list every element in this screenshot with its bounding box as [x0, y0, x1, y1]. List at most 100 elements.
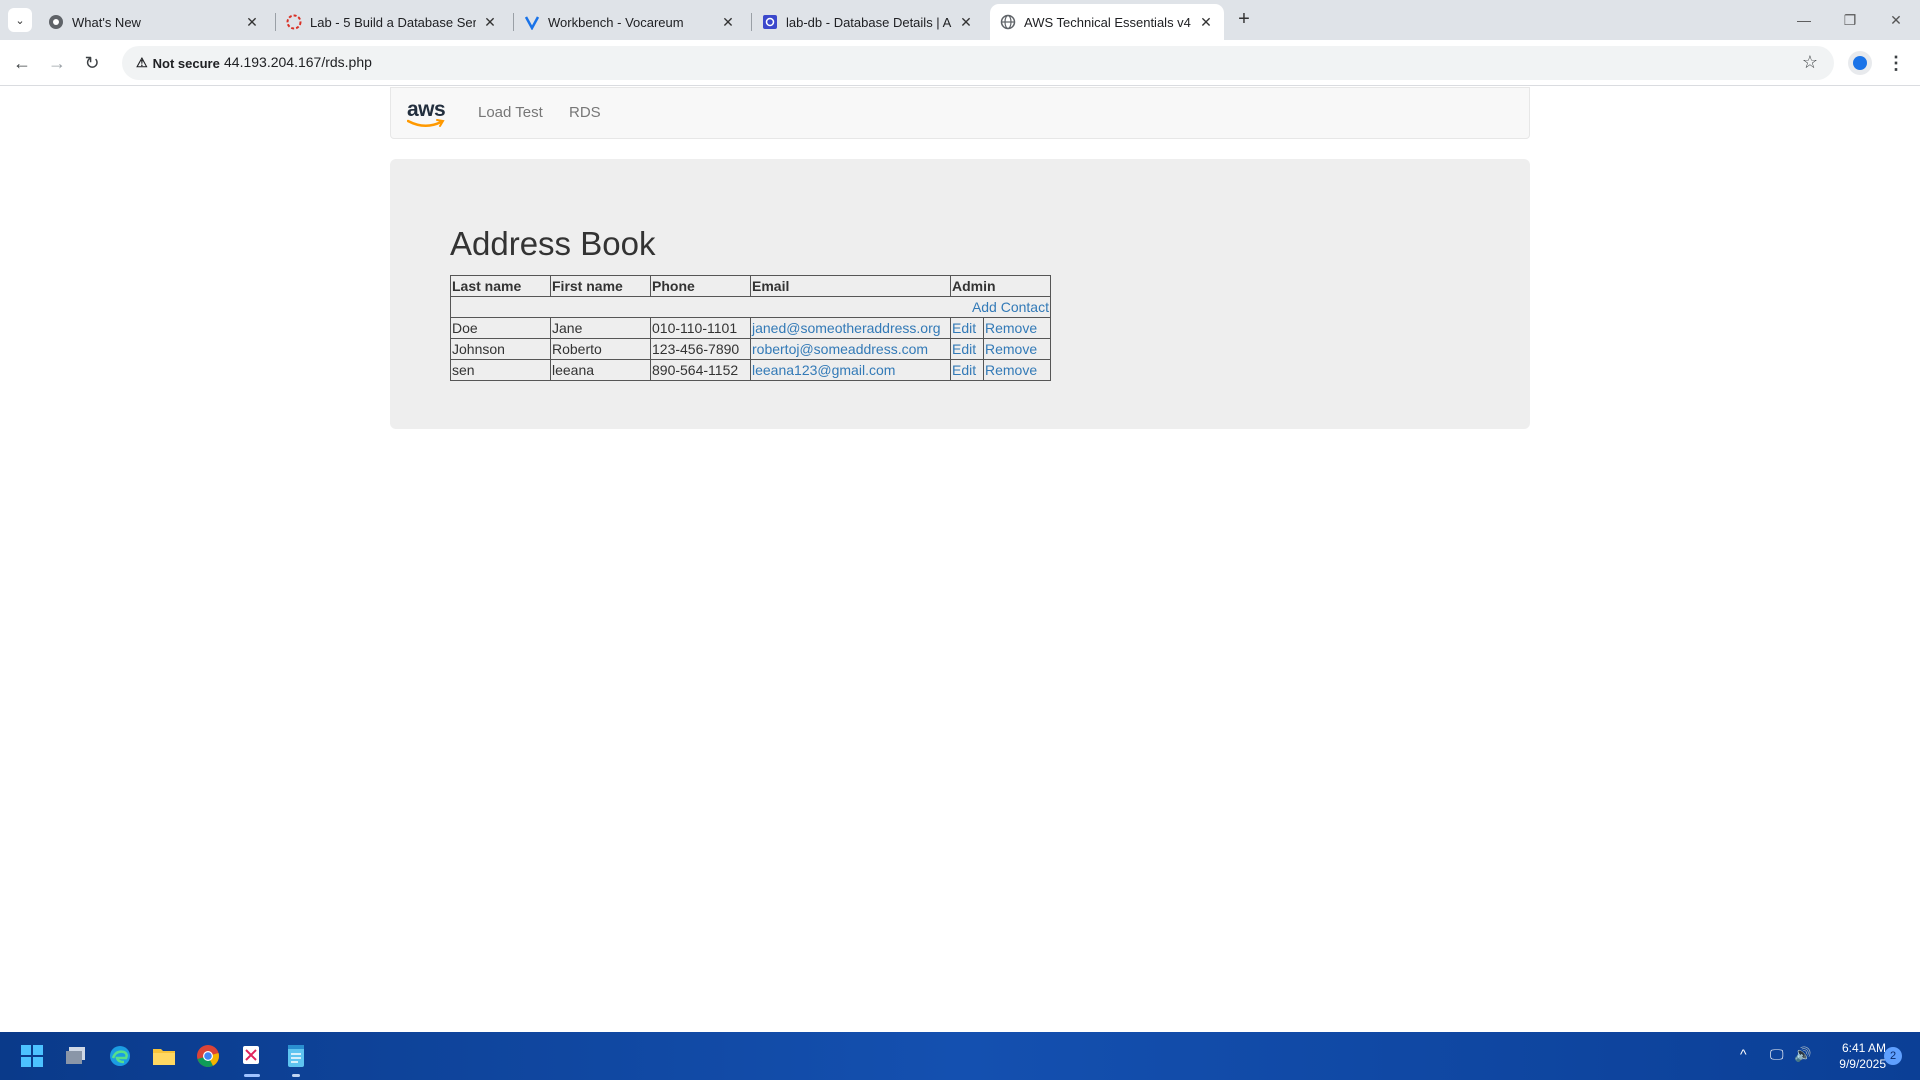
- email-cell: janed@someotheraddress.org: [750, 317, 951, 339]
- first-name-cell: leeana: [550, 359, 651, 381]
- arrow-right-icon: →: [48, 53, 66, 73]
- site-navbar: aws Load Test RDS: [390, 87, 1530, 139]
- url-text[interactable]: 44.193.204.167/rds.php: [224, 54, 372, 70]
- tab-title: Lab - 5 Build a Database Server: [310, 14, 476, 30]
- edit-cell: Edit: [950, 338, 984, 360]
- avatar-icon: [1853, 56, 1867, 70]
- edit-cell: Edit: [950, 317, 984, 339]
- file-explorer-button[interactable]: [148, 1040, 180, 1072]
- add-contact-row: Add Contact: [450, 296, 1051, 318]
- folder-icon: [153, 1049, 175, 1065]
- column-header: Phone: [650, 275, 751, 297]
- tab-title: lab-db - Database Details | Aur: [786, 14, 952, 30]
- restore-icon: ❐: [1843, 12, 1857, 28]
- browser-tab-whats-new[interactable]: What's New ✕: [38, 4, 270, 40]
- task-view-icon: [66, 1047, 85, 1064]
- table-row: Doe Jane 010-110-1101 janed@someotheradd…: [450, 317, 1052, 339]
- close-icon: ✕: [1890, 12, 1902, 28]
- address-book-table: Last name First name Phone Email Admin A…: [450, 275, 1052, 381]
- tab-search-button[interactable]: ⌄: [8, 8, 32, 32]
- phone-cell: 890-564-1152: [650, 359, 751, 381]
- browser-tab-vocareum[interactable]: Workbench - Vocareum ✕: [514, 4, 746, 40]
- volume-icon[interactable]: 🔊: [1794, 1046, 1811, 1063]
- nav-link-rds[interactable]: RDS: [569, 104, 601, 121]
- network-icon[interactable]: 🖵: [1770, 1046, 1784, 1063]
- address-bar[interactable]: ⚠ Not secure 44.193.204.167/rds.php ☆: [122, 46, 1834, 80]
- edit-link[interactable]: Edit: [952, 362, 976, 378]
- email-link[interactable]: robertoj@someaddress.com: [752, 341, 928, 357]
- table-header-row: Last name First name Phone Email Admin: [450, 275, 1051, 297]
- notepad-button[interactable]: [280, 1040, 312, 1072]
- new-tab-button[interactable]: +: [1232, 8, 1256, 32]
- chrome-icon: [197, 1045, 219, 1067]
- tab-title: What's New: [72, 14, 141, 30]
- clock-date: 9/9/2025: [1839, 1057, 1886, 1071]
- remove-link[interactable]: Remove: [985, 320, 1037, 336]
- remove-cell: Remove: [982, 317, 1052, 339]
- minimize-button[interactable]: —: [1792, 8, 1816, 32]
- edge-icon: [110, 1046, 130, 1066]
- email-cell: leeana123@gmail.com: [750, 359, 951, 381]
- back-button[interactable]: ←: [10, 51, 34, 75]
- warning-icon: ⚠: [136, 55, 148, 70]
- bookmark-star-icon[interactable]: ☆: [1802, 52, 1818, 73]
- email-link[interactable]: leeana123@gmail.com: [752, 362, 895, 378]
- browser-toolbar: ← → ↻ ⚠ Not secure 44.193.204.167/rds.ph…: [0, 40, 1920, 86]
- clock-time: 6:41 AM: [1841, 1041, 1886, 1055]
- last-name-cell: Johnson: [450, 338, 551, 360]
- remove-link[interactable]: Remove: [985, 341, 1037, 357]
- minimize-icon: —: [1797, 12, 1811, 28]
- close-icon[interactable]: ✕: [720, 14, 736, 30]
- tab-title: AWS Technical Essentials v4.1: [1024, 14, 1192, 30]
- close-icon[interactable]: ✕: [958, 14, 974, 30]
- restore-button[interactable]: ❐: [1838, 8, 1862, 32]
- vocareum-icon: [524, 14, 540, 30]
- forward-button[interactable]: →: [45, 51, 69, 75]
- reload-button[interactable]: ↻: [80, 51, 104, 75]
- show-hidden-icons-button[interactable]: ^: [1740, 1046, 1747, 1062]
- taskbar: ^ 🖵 🔊 6:41 AM 9/9/2025 2: [0, 1032, 1920, 1080]
- notification-badge[interactable]: 2: [1884, 1047, 1902, 1065]
- last-name-cell: Doe: [450, 317, 551, 339]
- chevron-down-icon: ⌄: [15, 14, 25, 27]
- lab-icon: [286, 14, 302, 30]
- browser-tab-lab-db[interactable]: lab-db - Database Details | Aur ✕: [752, 4, 984, 40]
- remove-link[interactable]: Remove: [985, 362, 1037, 378]
- system-clock[interactable]: 6:41 AM 9/9/2025: [1826, 1040, 1886, 1072]
- start-button[interactable]: [16, 1040, 48, 1072]
- page-title: Address Book: [450, 225, 656, 262]
- tab-strip: ⌄ What's New ✕ Lab - 5 Build a Database …: [0, 0, 1920, 40]
- reload-icon: ↻: [84, 53, 100, 73]
- task-view-button[interactable]: [60, 1040, 92, 1072]
- close-icon[interactable]: ✕: [482, 14, 498, 30]
- edit-link[interactable]: Edit: [952, 320, 976, 336]
- browser-menu-button[interactable]: ⋮: [1884, 51, 1908, 75]
- snipping-tool-button[interactable]: [236, 1040, 268, 1072]
- profile-button[interactable]: [1848, 51, 1872, 75]
- email-link[interactable]: janed@someotheraddress.org: [752, 320, 941, 336]
- add-contact-link[interactable]: Add Contact: [972, 299, 1049, 315]
- table-row: sen leeana 890-564-1152 leeana123@gmail.…: [450, 359, 1052, 381]
- aws-logo[interactable]: aws: [407, 98, 447, 130]
- plus-icon: +: [1238, 8, 1250, 30]
- arrow-left-icon: ←: [13, 53, 31, 73]
- tab-title: Workbench - Vocareum: [548, 14, 684, 30]
- edit-link[interactable]: Edit: [952, 341, 976, 357]
- column-header: Last name: [450, 275, 551, 297]
- edit-cell: Edit: [950, 359, 984, 381]
- phone-cell: 123-456-7890: [650, 338, 751, 360]
- column-header: First name: [550, 275, 651, 297]
- close-icon[interactable]: ✕: [244, 14, 260, 30]
- nav-link-load-test[interactable]: Load Test: [478, 104, 543, 121]
- email-cell: robertoj@someaddress.com: [750, 338, 951, 360]
- security-indicator[interactable]: ⚠ Not secure: [128, 50, 228, 76]
- edge-taskbar-button[interactable]: [104, 1040, 136, 1072]
- browser-tab-aws-essentials[interactable]: AWS Technical Essentials v4.1 ✕: [990, 4, 1224, 40]
- close-icon[interactable]: ✕: [1198, 14, 1214, 30]
- snipping-tool-icon: [243, 1046, 259, 1064]
- content-panel: Address Book Last name First name Phone …: [390, 159, 1530, 429]
- last-name-cell: sen: [450, 359, 551, 381]
- close-window-button[interactable]: ✕: [1884, 8, 1908, 32]
- chrome-taskbar-button[interactable]: [192, 1040, 224, 1072]
- browser-tab-lab5[interactable]: Lab - 5 Build a Database Server ✕: [276, 4, 508, 40]
